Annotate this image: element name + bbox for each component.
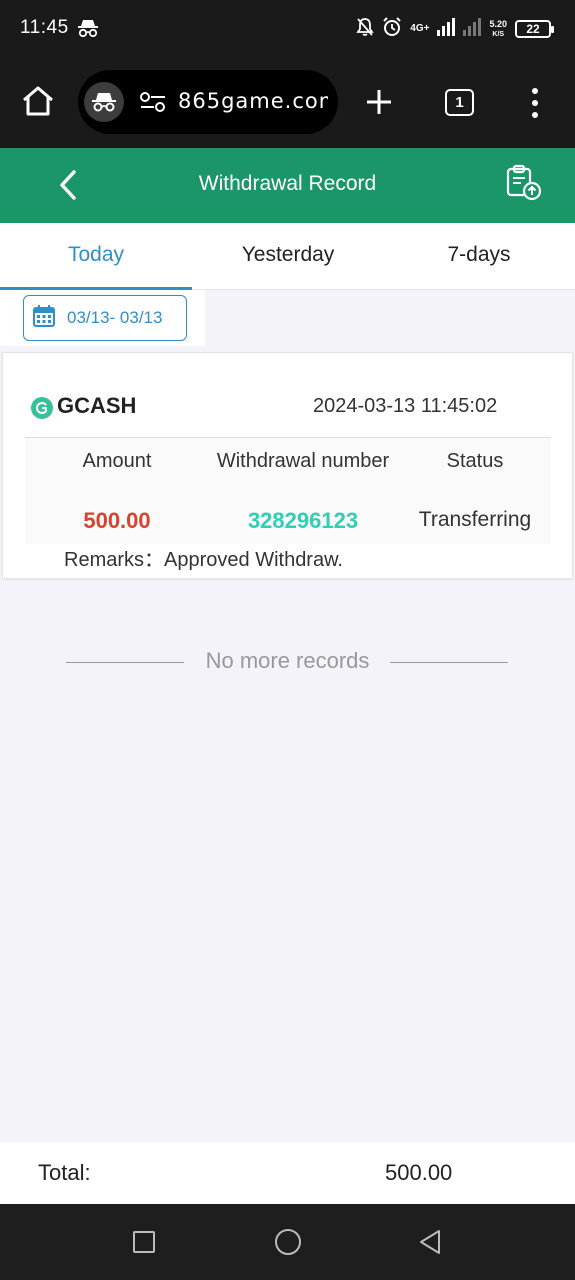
remarks-label: Remarks：	[64, 549, 165, 571]
speed-unit: K/S	[492, 30, 505, 38]
network-generation: 4G+	[410, 23, 430, 34]
mute-bell-icon	[356, 17, 374, 42]
new-tab-icon[interactable]	[365, 88, 393, 121]
withdrawal-status: Transferring	[418, 508, 532, 531]
withdrawal-amount: 500.00	[83, 508, 151, 533]
network-speed: 5.20 K/S	[489, 18, 507, 39]
withdrawal-record-card: GCASH 2024-03-13 11:45:02 Amount Withdra…	[2, 352, 573, 579]
address-bar[interactable]: 865game.com/	[78, 70, 338, 134]
date-filter-area: 03/13- 03/13	[0, 290, 205, 346]
total-bar: Total: 500.00	[0, 1142, 575, 1204]
total-label: Total:	[38, 1160, 91, 1185]
url-text[interactable]: 865game.com/	[178, 89, 328, 113]
record-remarks: Remarks：Approved Withdraw.	[64, 543, 343, 572]
app-header: Withdrawal Record	[0, 148, 575, 223]
battery-indicator: 22	[515, 20, 554, 38]
status-time: 11:45	[20, 17, 69, 38]
record-details-table: Amount Withdrawal number Status 500.00 3…	[25, 438, 551, 544]
tab-today[interactable]: Today	[0, 243, 192, 267]
date-range-button[interactable]: 03/13- 03/13	[23, 295, 187, 341]
no-more-text: No more records	[205, 648, 370, 673]
payment-method: GCASH	[57, 393, 137, 418]
status-right-group: 4G+ 5.20 K/S 22	[356, 16, 554, 42]
alarm-icon	[382, 16, 402, 42]
signal-icon	[437, 17, 456, 41]
site-settings-icon[interactable]	[140, 92, 166, 117]
no-more-records: No more records	[0, 648, 575, 678]
gcash-logo-icon	[31, 397, 53, 419]
date-range-text: 03/13- 03/13	[67, 308, 163, 327]
recents-icon[interactable]	[133, 1231, 155, 1253]
status-bar: 11:45 4G+ 5.20 K/S 22	[0, 0, 575, 58]
calendar-icon	[33, 304, 55, 332]
home-icon[interactable]	[20, 85, 56, 122]
back-nav-icon[interactable]	[418, 1229, 442, 1260]
tab-7-days[interactable]: 7-days	[383, 243, 575, 267]
incognito-status-icon	[77, 18, 99, 43]
incognito-icon	[84, 82, 124, 122]
speed-value: 5.20	[489, 18, 507, 29]
col-header-withdrawal-number: Withdrawal number	[216, 450, 390, 472]
record-datetime: 2024-03-13 11:45:02	[313, 395, 498, 417]
divider-right	[390, 662, 508, 663]
col-header-status: Status	[446, 450, 504, 472]
more-menu-icon[interactable]	[532, 88, 538, 118]
tab-switcher-button[interactable]: 1	[445, 89, 474, 116]
total-value: 500.00	[385, 1160, 453, 1185]
upload-record-icon[interactable]	[505, 164, 543, 207]
home-nav-icon[interactable]	[275, 1229, 301, 1255]
remarks-text: Approved Withdraw.	[164, 549, 343, 571]
withdrawal-number: 328296123	[247, 508, 359, 533]
tab-yesterday[interactable]: Yesterday	[192, 243, 384, 267]
signal-weak-icon	[463, 17, 482, 41]
browser-toolbar: 865game.com/ 1	[0, 58, 575, 148]
col-header-amount: Amount	[82, 450, 152, 472]
page-title: Withdrawal Record	[198, 172, 377, 195]
system-nav-bar	[0, 1204, 575, 1280]
date-tabs: Today Yesterday 7-days	[0, 223, 575, 290]
